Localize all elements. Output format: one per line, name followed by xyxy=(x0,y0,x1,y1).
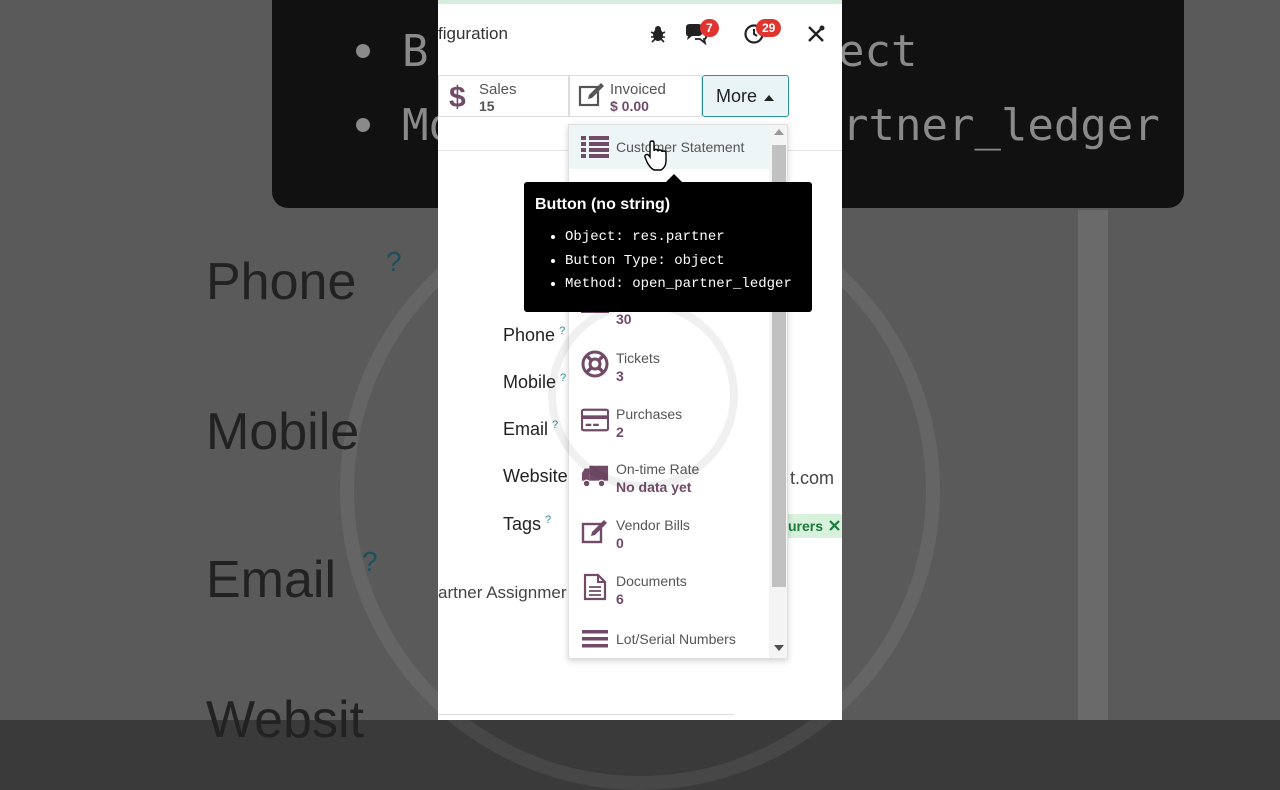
edit-icon xyxy=(578,81,606,114)
lifebuoy-icon xyxy=(581,350,609,378)
dropdown-item-value: No data yet xyxy=(616,479,692,495)
tooltip-details: Object: res.partner Button Type: object … xyxy=(535,226,801,297)
credit-card-icon xyxy=(581,406,609,434)
hand-cursor-icon xyxy=(644,140,668,177)
dropdown-item-label: Lot/Serial Numbers xyxy=(616,631,736,647)
website-value[interactable]: t.com xyxy=(790,468,834,489)
field-phone: Phone? xyxy=(503,325,565,346)
bars-icon xyxy=(581,625,609,653)
debug-tooltip: Button (no string) Object: res.partner B… xyxy=(524,174,812,312)
app-viewport: figuration 7 29 $ Sales 15 Invoiced $ 0.… xyxy=(438,0,842,720)
caret-up-icon xyxy=(763,86,775,107)
help-tooltip-marker[interactable]: ? xyxy=(552,419,558,431)
background-label: Email xyxy=(206,551,337,609)
invoiced-label: Invoiced xyxy=(610,81,666,98)
svg-text:$: $ xyxy=(449,81,466,111)
divider xyxy=(438,714,734,715)
dropdown-item-value: 0 xyxy=(616,535,624,551)
sales-smart-button[interactable]: $ Sales 15 xyxy=(438,75,569,117)
dropdown-item-value: 2 xyxy=(616,424,624,440)
background-scrollbar xyxy=(1078,210,1108,720)
background-help-mark: ? xyxy=(386,246,402,277)
help-tooltip-marker[interactable]: ? xyxy=(560,372,566,384)
tag-label: urers xyxy=(788,518,824,534)
close-icon[interactable] xyxy=(829,518,840,534)
background-bullet xyxy=(356,44,370,58)
dropdown-item-purchases[interactable]: Purchases 2 xyxy=(569,403,769,453)
document-icon xyxy=(581,573,609,601)
field-tags: Tags? xyxy=(503,514,551,535)
tooltip-key: Object: xyxy=(565,229,624,245)
dropdown-item-customer-statement[interactable]: Customer Statement xyxy=(569,125,769,169)
tooltip-title: Button (no string) xyxy=(535,196,671,213)
top-strip xyxy=(438,0,842,4)
background-code-line: rtner_ledger xyxy=(842,100,1160,151)
scroll-up-arrow-icon[interactable] xyxy=(774,129,784,135)
dropdown-item-tickets[interactable]: Tickets 3 xyxy=(569,347,769,397)
dropdown-item-vendor-bills[interactable]: Vendor Bills 0 xyxy=(569,515,769,565)
dropdown-item-label: On-time Rate xyxy=(616,461,700,477)
tooltip-key: Button Type: xyxy=(565,252,666,269)
background-code-line: ect xyxy=(838,26,918,77)
dropdown-item-label: Vendor Bills xyxy=(616,517,690,533)
invoiced-value: $ 0.00 xyxy=(610,98,649,114)
background-label: Phone xyxy=(206,253,357,311)
tools-icon[interactable] xyxy=(804,22,828,46)
more-button[interactable]: More xyxy=(702,75,789,117)
breadcrumb[interactable]: figuration xyxy=(438,24,508,44)
bug-icon[interactable] xyxy=(646,22,670,46)
sales-value: 15 xyxy=(479,98,495,114)
list-icon xyxy=(581,133,609,161)
tooltip-row: Method: open_partner_ledger xyxy=(565,273,801,297)
background-code-line: B xyxy=(402,26,429,77)
tab-partner-assignment[interactable]: artner Assignmer xyxy=(438,583,567,603)
dropdown-item-label: Purchases xyxy=(616,406,683,422)
dropdown-item-label: Documents xyxy=(616,573,687,589)
dropdown-item-value: 3 xyxy=(616,368,624,384)
dropdown-item-on-time-rate[interactable]: On-time Rate No data yet xyxy=(569,459,769,509)
background-bullet xyxy=(356,118,370,132)
background-label: Mobile xyxy=(206,403,360,461)
help-tooltip-marker[interactable]: ? xyxy=(545,514,551,526)
help-tooltip-marker[interactable]: ? xyxy=(559,325,565,337)
tag-badge: urers xyxy=(782,514,842,538)
truck-icon xyxy=(581,462,609,490)
scroll-down-arrow-icon[interactable] xyxy=(774,645,784,651)
invoiced-smart-button[interactable]: Invoiced $ 0.00 xyxy=(569,75,702,117)
field-label: Phone xyxy=(503,325,556,345)
field-mobile: Mobile? xyxy=(503,372,566,393)
tooltip-row: Button Type: object xyxy=(565,250,801,274)
tooltip-row: Object: res.partner xyxy=(565,226,801,250)
dropdown-item-lot-serial-numbers[interactable]: Lot/Serial Numbers xyxy=(569,625,769,655)
edit-icon xyxy=(581,518,609,546)
field-website: Website? xyxy=(503,466,578,487)
dropdown-item-label: Tickets xyxy=(616,350,660,366)
messages-badge: 7 xyxy=(700,19,719,37)
field-label: Mobile xyxy=(503,372,557,392)
field-label: Tags xyxy=(503,514,542,534)
dropdown-item-value: 30 xyxy=(616,311,632,327)
dropdown-item-value: 6 xyxy=(616,591,624,607)
dollar-icon: $ xyxy=(447,81,469,116)
tooltip-value: res.partner xyxy=(632,229,725,245)
field-label: Email xyxy=(503,419,549,439)
tooltip-value: open_partner_ledger xyxy=(632,276,792,292)
activities-badge: 29 xyxy=(756,19,782,37)
sales-label: Sales xyxy=(479,81,517,98)
dropdown-item-label: Customer Statement xyxy=(616,139,745,155)
more-label: More xyxy=(715,85,757,106)
field-email: Email? xyxy=(503,419,558,440)
background-label: Websit xyxy=(206,691,364,749)
field-label: Website xyxy=(503,466,568,486)
dropdown-item-documents[interactable]: Documents 6 xyxy=(569,571,769,621)
tooltip-key: Method: xyxy=(565,276,624,292)
tooltip-value: object xyxy=(674,252,725,269)
background-help-mark: ? xyxy=(362,546,378,577)
